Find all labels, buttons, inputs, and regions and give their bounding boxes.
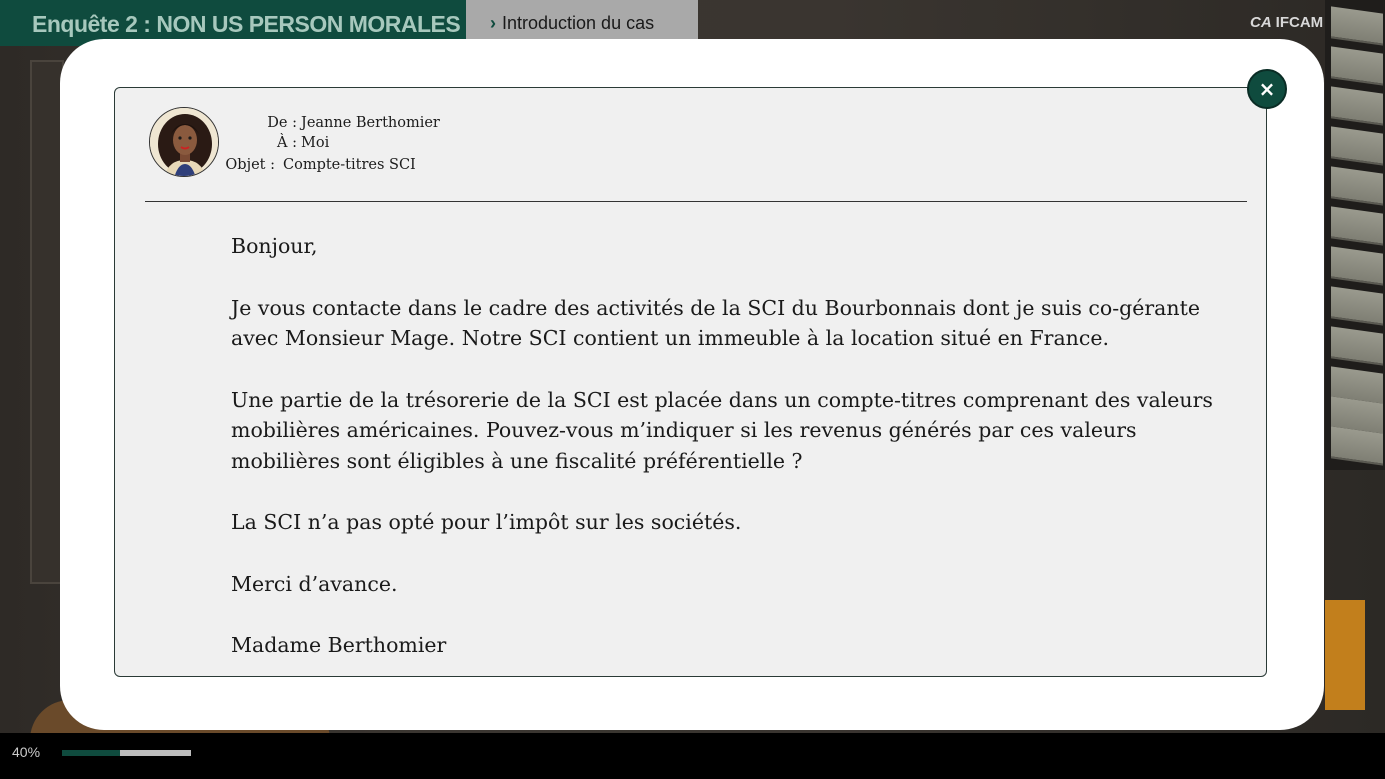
close-icon: × bbox=[1258, 77, 1276, 101]
chevron-right-icon: › bbox=[490, 13, 496, 33]
decor-object bbox=[1325, 600, 1365, 710]
logo-mark: CA bbox=[1250, 14, 1272, 31]
email-body: Bonjour, Je vous contacte dans le cadre … bbox=[231, 231, 1251, 692]
subject-label: Objet : bbox=[225, 157, 275, 173]
progress-fill bbox=[62, 750, 121, 756]
wall-panel bbox=[30, 60, 64, 584]
close-button[interactable]: × bbox=[1247, 69, 1287, 109]
email-paragraph: La SCI n’a pas opté pour l’impôt sur les… bbox=[231, 510, 742, 534]
header-divider bbox=[145, 201, 1247, 202]
from-label: De : bbox=[267, 115, 297, 131]
email-header: De : Jeanne Berthomier À : Moi Objet : C… bbox=[223, 115, 523, 185]
email-paragraph: Bonjour, bbox=[231, 234, 318, 258]
ifcam-logo: CA IFCAM bbox=[1250, 14, 1323, 31]
email-modal: De : Jeanne Berthomier À : Moi Objet : C… bbox=[60, 39, 1324, 730]
from-value: Jeanne Berthomier bbox=[301, 115, 440, 131]
to-value: Moi bbox=[301, 135, 330, 151]
email-paragraph: Je vous contacte dans le cadre des activ… bbox=[231, 295, 1200, 351]
email-signature: Madame Berthomier bbox=[231, 633, 447, 657]
email-paragraph: Une partie de la trésorerie de la SCI es… bbox=[231, 387, 1213, 473]
bottom-bar bbox=[0, 733, 1385, 779]
logo-text: IFCAM bbox=[1275, 14, 1324, 31]
breadcrumb-label: Introduction du cas bbox=[502, 13, 655, 33]
progress-label: 40% bbox=[12, 744, 41, 760]
subject-value: Compte-titres SCI bbox=[283, 157, 416, 173]
email-paragraph: Merci d’avance. bbox=[231, 571, 398, 596]
email-card: De : Jeanne Berthomier À : Moi Objet : C… bbox=[114, 87, 1267, 677]
progress-bar bbox=[62, 750, 191, 756]
to-label: À : bbox=[277, 135, 297, 151]
window-blinds bbox=[1325, 0, 1385, 470]
